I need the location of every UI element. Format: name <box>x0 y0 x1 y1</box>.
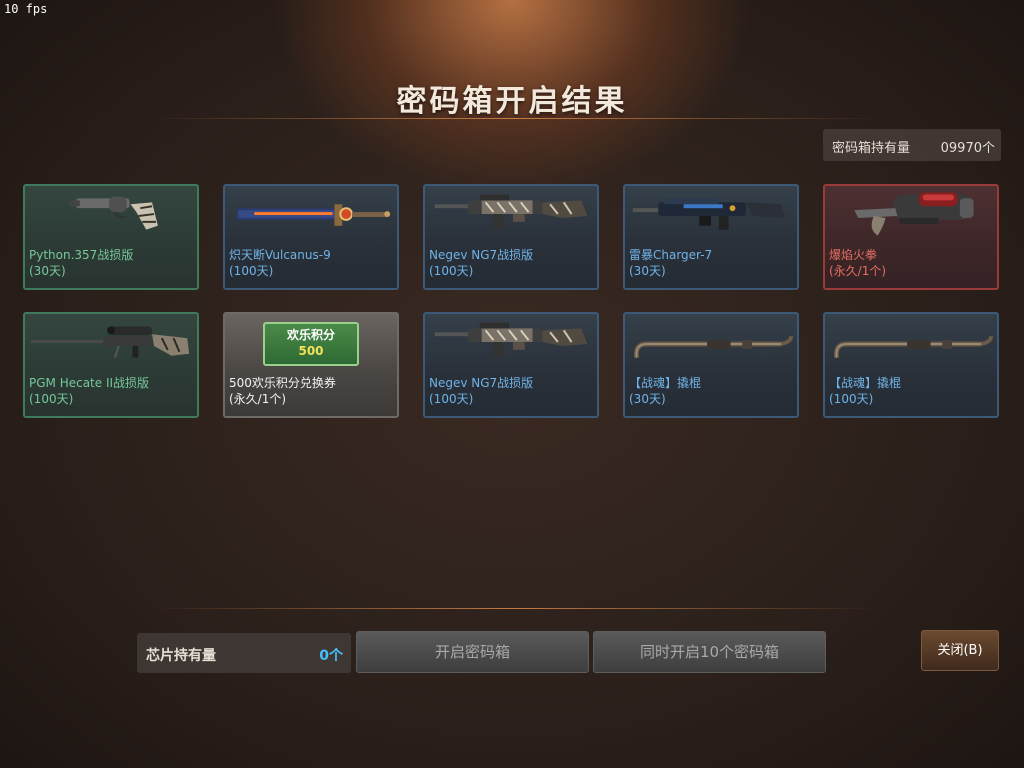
crowbar-icon <box>634 335 794 359</box>
bottom-divider <box>150 608 880 609</box>
box-holding-label: 密码箱持有量 <box>832 141 911 156</box>
reward-card[interactable]: 炽天断Vulcanus-9 (100天) <box>223 184 399 290</box>
reward-card[interactable]: Negev NG7战损版 (100天) <box>423 184 599 290</box>
voucher-value: 500 <box>298 344 324 358</box>
close-button[interactable]: 关闭(B) <box>921 630 999 671</box>
result-grid: Python.357战损版 (30天) 炽天断Vulcanus-9 (100天) <box>23 184 1003 420</box>
chip-holding-panel: 芯片持有量 0个 <box>137 633 351 673</box>
reward-card[interactable]: 【战魂】撬棍 (30天) <box>623 312 799 418</box>
item-duration: (30天) <box>29 264 66 278</box>
reward-card[interactable]: Negev NG7战损版 (100天) <box>423 312 599 418</box>
item-name: 雷暴Charger-7 <box>629 248 713 262</box>
item-duration: (永久/1个) <box>829 264 887 278</box>
reward-card[interactable]: Python.357战损版 (30天) <box>23 184 199 290</box>
item-name: 炽天断Vulcanus-9 <box>229 248 331 262</box>
reward-card[interactable]: PGM Hecate II战损版 (100天) <box>23 312 199 418</box>
page-title: 密码箱开启结果 <box>396 84 628 119</box>
voucher-icon: 欢乐积分 500 <box>225 314 397 374</box>
reward-card[interactable]: 雷暴Charger-7 (30天) <box>623 184 799 290</box>
machine-gun-icon <box>434 194 588 230</box>
machine-gun-icon <box>434 322 588 358</box>
reward-card[interactable]: 【战魂】撬棍 (100天) <box>823 312 999 418</box>
item-duration: (30天) <box>629 264 666 278</box>
item-duration: (100天) <box>429 264 474 278</box>
item-name: 【战魂】撬棍 <box>829 376 902 390</box>
item-name: 500欢乐积分兑换券 <box>229 376 336 390</box>
open-ten-boxes-button[interactable]: 同时开启10个密码箱 <box>593 631 826 673</box>
open-box-button[interactable]: 开启密码箱 <box>356 631 589 673</box>
item-duration: (100天) <box>829 392 874 406</box>
title-divider <box>150 118 880 119</box>
item-name: Negev NG7战损版 <box>429 376 534 390</box>
revolver-icon <box>69 196 158 230</box>
item-duration: (100天) <box>429 392 474 406</box>
item-name: PGM Hecate II战损版 <box>29 376 150 390</box>
crowbar-icon <box>834 335 994 359</box>
item-duration: (永久/1个) <box>229 392 287 406</box>
box-holding-value: 09970个 <box>940 141 995 156</box>
chip-holding-label: 芯片持有量 <box>146 648 216 664</box>
box-holding-panel: 密码箱持有量 09970个 <box>823 129 1001 161</box>
reward-card[interactable]: 欢乐积分 500 500欢乐积分兑换券 (永久/1个) <box>223 312 399 418</box>
sword-icon <box>236 204 391 226</box>
fps-counter: 10 fps <box>4 2 48 16</box>
flame-gauntlet-icon <box>854 192 974 236</box>
item-duration: (100天) <box>229 264 274 278</box>
item-duration: (30天) <box>629 392 666 406</box>
rifle-icon <box>632 198 786 230</box>
reward-card[interactable]: 爆焰火拳 (永久/1个) <box>823 184 999 290</box>
item-name: 【战魂】撬棍 <box>629 376 702 390</box>
item-name: Python.357战损版 <box>29 248 134 262</box>
voucher-label: 欢乐积分 <box>286 328 335 342</box>
item-name: 爆焰火拳 <box>829 248 878 262</box>
chip-holding-value: 0个 <box>319 648 343 664</box>
sniper-rifle-icon <box>30 326 190 358</box>
item-name: Negev NG7战损版 <box>429 248 534 262</box>
item-duration: (100天) <box>29 392 74 406</box>
